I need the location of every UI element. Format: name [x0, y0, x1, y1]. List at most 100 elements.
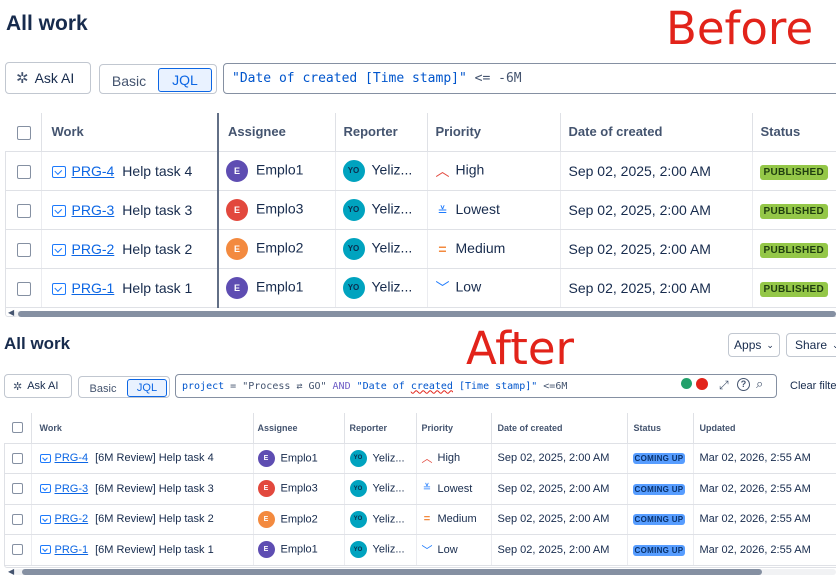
status-badge[interactable]: PUBLISHED — [759, 203, 828, 219]
jql-and-token: AND — [326, 380, 357, 392]
priority-label: Lowest — [437, 482, 473, 495]
error-icon[interactable] — [696, 378, 708, 390]
scroll-left-arrow[interactable]: ◀ — [8, 308, 14, 317]
jql-query-input[interactable]: "Date of created [Time stamp]" <= -6M — [223, 63, 836, 94]
ask-ai-label: Ask AI — [27, 380, 59, 392]
column-header-status[interactable]: Status — [752, 113, 836, 152]
status-badge[interactable]: COMING UP — [632, 483, 686, 495]
column-header-work[interactable]: Work — [31, 413, 254, 444]
work-item-summary[interactable]: [6M Review] Help task 3 — [95, 483, 214, 495]
work-item-summary[interactable]: Help task 3 — [122, 202, 192, 218]
clear-filters-button[interactable]: Clear filters — [790, 380, 836, 392]
before-scrollbar-thumb[interactable] — [18, 311, 836, 317]
work-item-summary[interactable]: [6M Review] Help task 2 — [95, 513, 214, 525]
ask-ai-button[interactable]: ✲ Ask AI — [4, 374, 72, 398]
jql-mode-button[interactable]: JQL — [127, 378, 167, 397]
row-checkbox[interactable] — [12, 544, 23, 556]
priority-label: High — [455, 161, 485, 178]
status-badge[interactable]: PUBLISHED — [759, 281, 828, 297]
jql-mode-button[interactable]: JQL — [158, 68, 212, 92]
row-checkbox[interactable] — [17, 203, 31, 218]
table-row[interactable]: PRG-4 Help task 4 E Emplo1 YO Yeliz... ︿ Hig… — [5, 151, 836, 191]
column-header-priority[interactable]: Priority — [427, 113, 561, 152]
ask-ai-button[interactable]: ✲ Ask AI — [5, 62, 91, 94]
avatar: YO — [342, 198, 365, 221]
basic-mode-button[interactable]: Basic — [100, 64, 158, 94]
column-header-updated[interactable]: Updated — [693, 413, 836, 444]
work-item-summary[interactable]: [6M Review] Help task 1 — [95, 544, 214, 556]
apps-button[interactable]: Apps ⌄ — [728, 333, 780, 357]
work-item-key[interactable]: PRG-3 — [55, 483, 89, 495]
avatar: YO — [342, 237, 365, 260]
date-created-cell: Sep 02, 2025, 2:00 AM — [560, 268, 753, 308]
table-row[interactable]: PRG-3 [6M Review] Help task 3 E Emplo3 YO Y… — [4, 473, 836, 505]
column-header-reporter[interactable]: Reporter — [335, 113, 428, 152]
work-item-key[interactable]: PRG-4 — [72, 163, 115, 179]
work-item-summary[interactable]: Help task 1 — [122, 280, 192, 296]
column-header-date-of-created[interactable]: Date of created — [491, 413, 628, 444]
before-page-title: All work — [6, 12, 88, 35]
column-header-assignee[interactable]: Assignee — [218, 113, 336, 152]
table-row[interactable]: PRG-1 Help task 1 E Emplo1 YO Yeliz... ﹀ Low… — [5, 268, 836, 308]
row-checkbox[interactable] — [12, 483, 23, 495]
row-checkbox[interactable] — [17, 164, 31, 179]
work-item-summary[interactable]: Help task 2 — [122, 241, 192, 257]
status-badge[interactable]: COMING UP — [632, 544, 686, 556]
basic-mode-button[interactable]: Basic — [79, 376, 127, 398]
work-item-key[interactable]: PRG-1 — [55, 544, 89, 556]
select-all-checkbox[interactable] — [17, 125, 31, 140]
column-header-status[interactable]: Status — [627, 413, 694, 444]
table-row[interactable]: PRG-2 [6M Review] Help task 2 E Emplo2 YO Y… — [4, 504, 836, 535]
date-created-cell: Sep 02, 2025, 2:00 AM — [560, 190, 753, 230]
equals-icon: = — [423, 513, 431, 526]
after-scrollbar-thumb[interactable] — [22, 569, 762, 575]
scroll-left-arrow[interactable]: ◀ — [8, 567, 14, 576]
search-icon[interactable]: ⌕ — [756, 376, 763, 392]
lightbulb-icon[interactable] — [681, 378, 692, 389]
status-badge[interactable]: COMING UP — [632, 453, 686, 465]
help-icon[interactable]: ? — [737, 378, 750, 391]
work-item-key[interactable]: PRG-2 — [72, 241, 115, 257]
updated-cell: Mar 02, 2026, 2:55 AM — [693, 504, 836, 535]
after-annotation: After — [466, 322, 575, 375]
before-annotation: Before — [666, 2, 814, 55]
assignee-name: Emplo2 — [280, 513, 318, 526]
avatar: YO — [349, 480, 367, 498]
priority-label: Medium — [437, 513, 477, 526]
work-item-summary[interactable]: [6M Review] Help task 4 — [95, 452, 214, 464]
work-item-key[interactable]: PRG-3 — [72, 202, 115, 218]
select-all-checkbox[interactable] — [12, 422, 23, 434]
ask-ai-label: Ask AI — [34, 70, 75, 86]
table-row[interactable]: PRG-4 [6M Review] Help task 4 E Emplo1 YO Y… — [4, 443, 836, 474]
avatar: E — [226, 198, 248, 221]
row-checkbox[interactable] — [12, 513, 23, 525]
table-row[interactable]: PRG-3 Help task 3 E Emplo3 YO Yeliz... ≚ Low… — [5, 190, 836, 230]
status-badge[interactable]: PUBLISHED — [759, 242, 828, 258]
status-badge[interactable]: COMING UP — [632, 514, 686, 526]
jql-keyword-project: project — [182, 380, 225, 392]
column-header-assignee[interactable]: Assignee — [253, 413, 345, 444]
reporter-name: Yeliz... — [371, 278, 413, 295]
table-row[interactable]: PRG-1 [6M Review] Help task 1 E Emplo1 YO Y… — [4, 534, 836, 566]
column-header-reporter[interactable]: Reporter — [344, 413, 417, 444]
row-checkbox[interactable] — [17, 242, 31, 257]
share-button[interactable]: Share ⌄ — [786, 333, 836, 357]
column-header-work[interactable]: Work — [41, 113, 219, 152]
work-item-key[interactable]: PRG-4 — [55, 452, 89, 464]
column-header-date-of-created[interactable]: Date of created — [560, 113, 753, 152]
after-page-title: All work — [4, 334, 71, 353]
work-item-key[interactable]: PRG-2 — [55, 513, 89, 525]
assignee-name: Emplo1 — [256, 278, 304, 295]
work-item-summary[interactable]: Help task 4 — [122, 163, 192, 179]
jql-operator-token: <= — [537, 380, 556, 392]
assignee-name: Emplo1 — [280, 452, 318, 465]
row-checkbox[interactable] — [12, 452, 23, 464]
row-checkbox[interactable] — [17, 281, 31, 296]
expand-icon[interactable]: ⤢ — [719, 378, 729, 393]
column-header-priority[interactable]: Priority — [416, 413, 492, 444]
jql-value-token: -6M — [498, 71, 522, 86]
jql-value-token: 6M — [555, 380, 568, 392]
table-row[interactable]: PRG-2 Help task 2 E Emplo2 YO Yeliz... = Med… — [5, 229, 836, 269]
status-badge[interactable]: PUBLISHED — [759, 164, 828, 180]
work-item-key[interactable]: PRG-1 — [72, 280, 115, 296]
